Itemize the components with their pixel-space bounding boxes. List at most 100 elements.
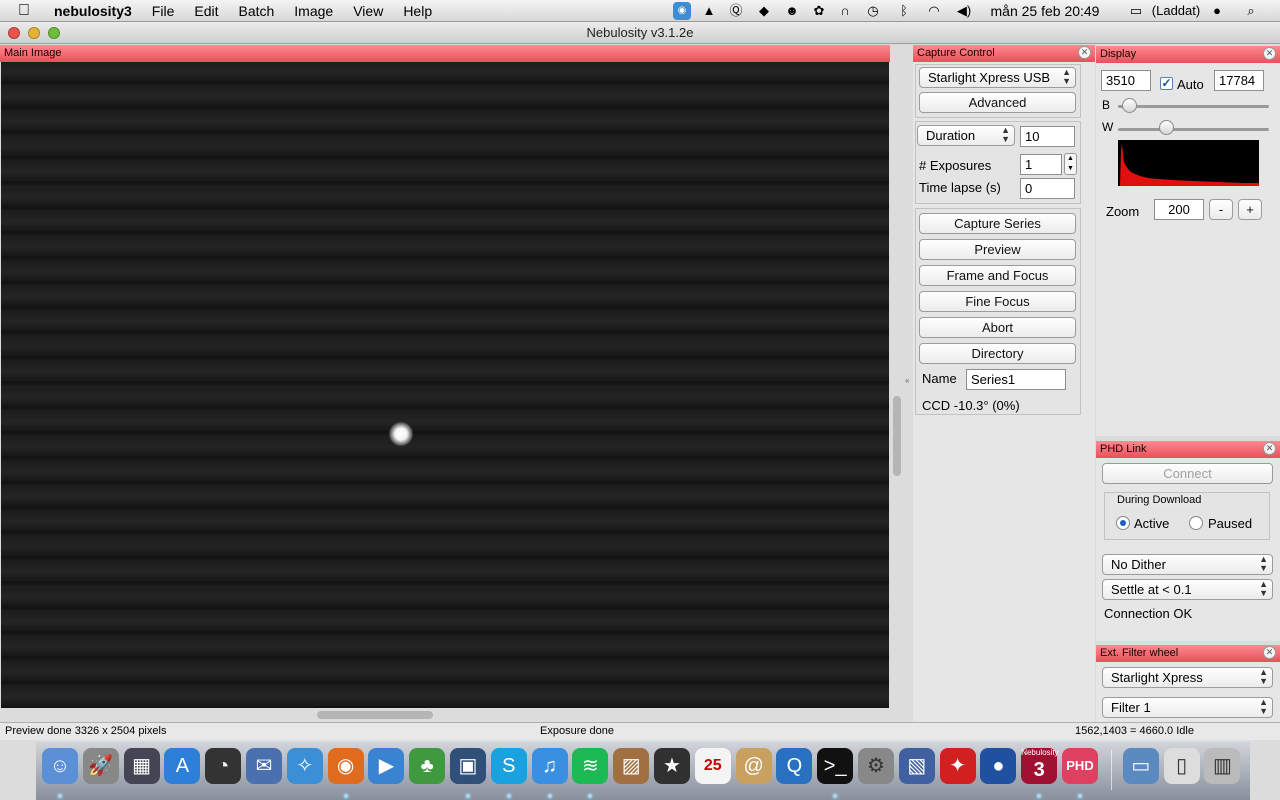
connect-button[interactable]: Connect xyxy=(1102,463,1273,484)
stellarium-icon[interactable]: ● xyxy=(980,748,1017,784)
spotify-icon[interactable]: ≋ xyxy=(572,748,609,784)
filter-select[interactable]: Filter 1 ▲ ▼ xyxy=(1102,697,1273,718)
close-capture-panel-icon[interactable]: ✕ xyxy=(1078,46,1091,59)
dock: ☺ 🚀 ▦ A ◔ ✉ ✧ ◉ ▶ ♣ ▣ S ♫ ≋ ▨ ★ 25 @ Q >_ ⚙ ▧ ✦ ● Nebulosity 3 PHD… xyxy=(36,741,1250,800)
advanced-button[interactable]: Advanced xyxy=(919,92,1076,113)
app-menu[interactable]: nebulosity3 xyxy=(44,3,142,19)
bluetooth-icon[interactable]: ᛒ xyxy=(895,2,913,20)
trash-icon[interactable]: ▥ xyxy=(1204,748,1241,784)
settle-select[interactable]: Settle at < 0.1 ▲ ▼ xyxy=(1102,579,1273,600)
iphoto-icon[interactable]: ▨ xyxy=(613,748,650,784)
quicktime-icon[interactable]: ▣ xyxy=(450,748,486,784)
close-display-panel-icon[interactable]: ✕ xyxy=(1263,47,1276,60)
wifi-icon[interactable]: ◠ xyxy=(925,2,943,20)
google-drive-icon[interactable]: ▲ xyxy=(700,2,718,20)
launchpad-icon[interactable]: 🚀 xyxy=(82,748,119,784)
nebulosity-icon[interactable]: Nebulosity 3 xyxy=(1021,748,1059,784)
mail-icon[interactable]: ✉ xyxy=(246,748,282,784)
headphones-icon[interactable]: ∩ xyxy=(836,2,854,20)
preview-button[interactable]: Preview xyxy=(919,239,1076,260)
duration-input[interactable]: 10 xyxy=(1020,126,1075,147)
auto-checkbox[interactable]: ✓ xyxy=(1160,77,1173,90)
cardinal-icon[interactable]: ✦ xyxy=(939,748,976,784)
documents-icon[interactable]: ▯ xyxy=(1163,748,1200,784)
white-point-input[interactable]: 17784 xyxy=(1214,70,1264,91)
paused-radio[interactable] xyxy=(1189,516,1203,530)
zoom-out-button[interactable]: - xyxy=(1209,199,1233,220)
quicksilver-icon[interactable]: Ⓠ xyxy=(727,2,745,20)
splitter-handle[interactable]: « xyxy=(905,376,909,385)
menu-batch[interactable]: Batch xyxy=(228,3,284,19)
running-indicator xyxy=(833,794,838,798)
app-store-icon[interactable]: A xyxy=(164,748,201,784)
imovie-icon[interactable]: ★ xyxy=(654,748,690,784)
menu-help[interactable]: Help xyxy=(393,3,442,19)
volume-icon[interactable]: ◀) xyxy=(955,2,973,20)
horizontal-scrollbar[interactable] xyxy=(317,711,433,719)
zoom-input[interactable]: 200 xyxy=(1154,199,1204,220)
series-name-input[interactable]: Series1 xyxy=(966,369,1066,390)
select-arrows-icon: ▲ ▼ xyxy=(1062,67,1071,86)
filter-wheel-select[interactable]: Starlight Xpress ▲ ▼ xyxy=(1102,667,1273,688)
owl-icon[interactable]: ◉ xyxy=(673,2,691,20)
exposures-stepper[interactable]: ▲ ▼ xyxy=(1064,153,1077,175)
white-slider[interactable] xyxy=(1118,128,1269,131)
preview-icon[interactable]: ▧ xyxy=(898,748,935,784)
black-point-input[interactable]: 3510 xyxy=(1101,70,1151,91)
filter-wheel-title-bar: Ext. Filter wheel ✕ xyxy=(1096,645,1280,662)
user-icon[interactable]: ● xyxy=(1208,2,1226,20)
phd-icon[interactable]: PHD xyxy=(1062,748,1098,784)
battery-icon[interactable]: ▭ xyxy=(1125,2,1147,20)
exposures-input[interactable]: 1 xyxy=(1020,154,1062,175)
capture-series-button[interactable]: Capture Series xyxy=(919,213,1076,234)
folder-icon[interactable]: ▭ xyxy=(1122,748,1159,784)
safari-icon[interactable]: ✧ xyxy=(286,748,323,784)
menu-file[interactable]: File xyxy=(142,3,185,19)
main-image-title-bar: Main Image xyxy=(0,45,890,62)
close-phd-panel-icon[interactable]: ✕ xyxy=(1263,442,1276,455)
paw-icon[interactable]: ✿ xyxy=(810,2,828,20)
address-book-icon[interactable]: @ xyxy=(735,748,772,784)
menu-image[interactable]: Image xyxy=(284,3,343,19)
facetime-icon[interactable]: ▶ xyxy=(368,748,405,784)
running-indicator xyxy=(466,794,470,798)
dropbox-icon[interactable]: ◆ xyxy=(755,2,773,20)
calendar-icon[interactable]: 25 xyxy=(694,748,731,784)
main-image-canvas[interactable] xyxy=(1,62,889,708)
time-machine-icon[interactable]: ◷ xyxy=(864,2,882,20)
nebulosity-icon-label: Nebulosity xyxy=(1021,748,1059,757)
abort-button[interactable]: Abort xyxy=(919,317,1076,338)
zoom-in-button[interactable]: + xyxy=(1238,199,1262,220)
menu-edit[interactable]: Edit xyxy=(184,3,228,19)
black-slider[interactable] xyxy=(1118,105,1269,108)
active-radio[interactable] xyxy=(1116,516,1130,530)
timelapse-input[interactable]: 0 xyxy=(1020,178,1075,199)
skype-icon[interactable]: S xyxy=(490,748,527,784)
alien-icon[interactable]: ☻ xyxy=(783,2,801,20)
camera-select[interactable]: Starlight Xpress USB ▲ ▼ xyxy=(919,67,1076,88)
directory-button[interactable]: Directory xyxy=(919,343,1076,364)
frame-and-focus-button[interactable]: Frame and Focus xyxy=(919,265,1076,286)
finder-icon[interactable]: ☺ xyxy=(42,748,78,784)
terminal-icon[interactable]: >_ xyxy=(817,748,854,784)
itunes-icon[interactable]: ♫ xyxy=(531,748,568,784)
running-indicator xyxy=(343,794,348,798)
black-slider-knob[interactable] xyxy=(1122,98,1138,113)
dashboard-icon[interactable]: ◔ xyxy=(205,748,242,784)
quicktime-x-icon[interactable]: Q xyxy=(776,748,813,784)
photo-booth-icon[interactable]: ▦ xyxy=(123,748,160,784)
close-filter-panel-icon[interactable]: ✕ xyxy=(1263,646,1276,659)
spotlight-icon[interactable]: ⌕ xyxy=(1242,2,1260,20)
clock-text[interactable]: mån 25 feb 20:49 xyxy=(985,2,1105,20)
duration-select[interactable]: Duration ▲ ▼ xyxy=(917,125,1015,146)
system-preferences-icon[interactable]: ⚙ xyxy=(858,748,894,784)
fine-focus-button[interactable]: Fine Focus xyxy=(919,291,1076,312)
battery-status[interactable]: (Laddat) xyxy=(1147,2,1205,20)
firefox-icon[interactable]: ◉ xyxy=(327,748,364,784)
vertical-scrollbar[interactable] xyxy=(893,396,901,476)
dither-select[interactable]: No Dither ▲ ▼ xyxy=(1102,554,1273,575)
menu-view[interactable]: View xyxy=(343,3,393,19)
white-slider-knob[interactable] xyxy=(1158,120,1174,135)
apple-menu-icon[interactable]:  xyxy=(0,2,44,20)
evernote-icon[interactable]: ♣ xyxy=(409,748,446,784)
